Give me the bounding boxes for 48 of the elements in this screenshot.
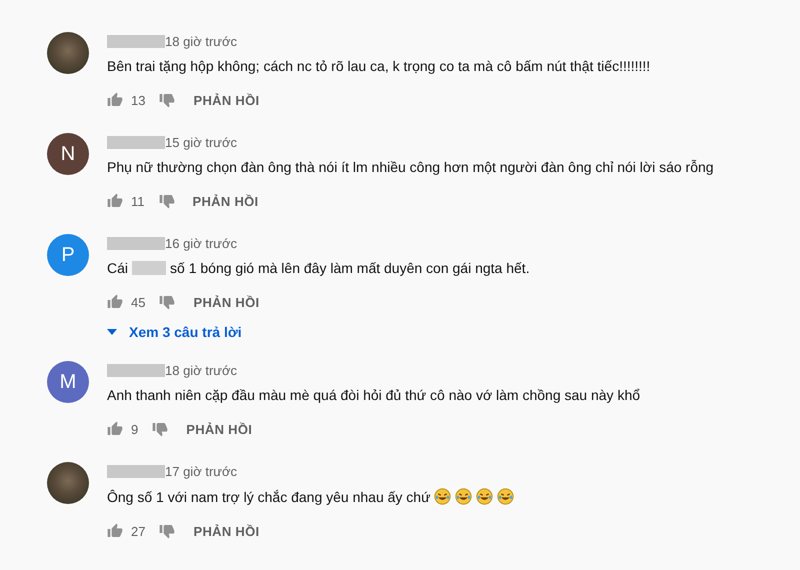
comment-text: Phụ nữ thường chọn đàn ông thà nói ít lm nhiều công hơn một người đàn ông chỉ nói lời sáo rỗng xyxy=(107,159,714,175)
like-count: 45 xyxy=(131,294,146,310)
blurred-username xyxy=(107,236,165,250)
blurred-username xyxy=(107,464,165,478)
avatar[interactable]: N xyxy=(47,133,89,175)
reply-button[interactable]: PHẢN HỒI xyxy=(193,524,260,538)
thumb-down-icon[interactable] xyxy=(152,421,168,437)
thumb-down-icon[interactable] xyxy=(159,294,176,310)
reply-button[interactable]: PHẢN HỒI xyxy=(193,294,260,310)
thumb-down-icon[interactable] xyxy=(159,92,176,108)
comment-text: số 1 bóng gió mà lên đây làm mất duyên con gái ngta hết. xyxy=(170,260,530,276)
blurred-word xyxy=(132,261,166,275)
thumb-up-icon[interactable] xyxy=(107,523,123,539)
comment-text: Ông số 1 với nam trợ lý chắc đang yêu nhau ấy chứ xyxy=(107,488,430,504)
comment-time: 17 giờ trước xyxy=(165,464,237,478)
comment-text: Bên trai tặng hộp không; cách nc tỏ rõ lau ca, k trọng co ta mà cô bấm nút thật tiếc!!!!!!!! xyxy=(107,58,650,74)
reply-button[interactable]: PHẢN HỒI xyxy=(193,92,260,108)
laughing-face-icon xyxy=(455,488,472,505)
avatar-photo-placeholder[interactable] xyxy=(47,462,89,504)
like-count: 9 xyxy=(131,422,138,436)
comment-text: Cái xyxy=(107,260,128,276)
like-count: 13 xyxy=(131,92,146,108)
blurred-username xyxy=(107,34,165,48)
like-count: 11 xyxy=(131,194,144,208)
like-count: 27 xyxy=(131,524,146,538)
caret-down-icon xyxy=(107,329,117,335)
comment-text: Anh thanh niên cặp đầu màu mè quá đòi hỏi đủ thứ cô nào vớ làm chồng sau này khổ xyxy=(107,387,640,403)
avatar-photo-placeholder[interactable] xyxy=(47,32,89,74)
avatar[interactable]: M xyxy=(47,361,89,403)
thumb-down-icon[interactable] xyxy=(159,523,176,539)
comment-time: 18 giờ trước xyxy=(165,362,237,378)
comment-time: 15 giờ trước xyxy=(165,134,237,150)
thumb-up-icon[interactable] xyxy=(107,294,123,310)
thumb-up-icon[interactable] xyxy=(107,421,123,437)
blurred-username xyxy=(107,136,165,148)
thumb-up-icon[interactable] xyxy=(107,92,123,108)
reply-button[interactable]: PHẢN HỒI xyxy=(192,194,258,208)
laughing-face-icon xyxy=(497,488,514,505)
view-replies-link[interactable]: Xem 3 câu trả lời xyxy=(107,324,530,340)
thumb-up-icon[interactable] xyxy=(107,193,123,209)
avatar[interactable]: P xyxy=(47,234,89,276)
laughing-face-icon xyxy=(434,488,452,505)
comment-time: 18 giờ trước xyxy=(165,34,237,48)
thumb-down-icon[interactable] xyxy=(158,193,174,209)
laughing-face-icon xyxy=(476,488,494,505)
reply-button[interactable]: PHẢN HỒI xyxy=(186,422,252,436)
comment-time: 16 giờ trước xyxy=(165,236,237,250)
blurred-username xyxy=(107,364,165,376)
